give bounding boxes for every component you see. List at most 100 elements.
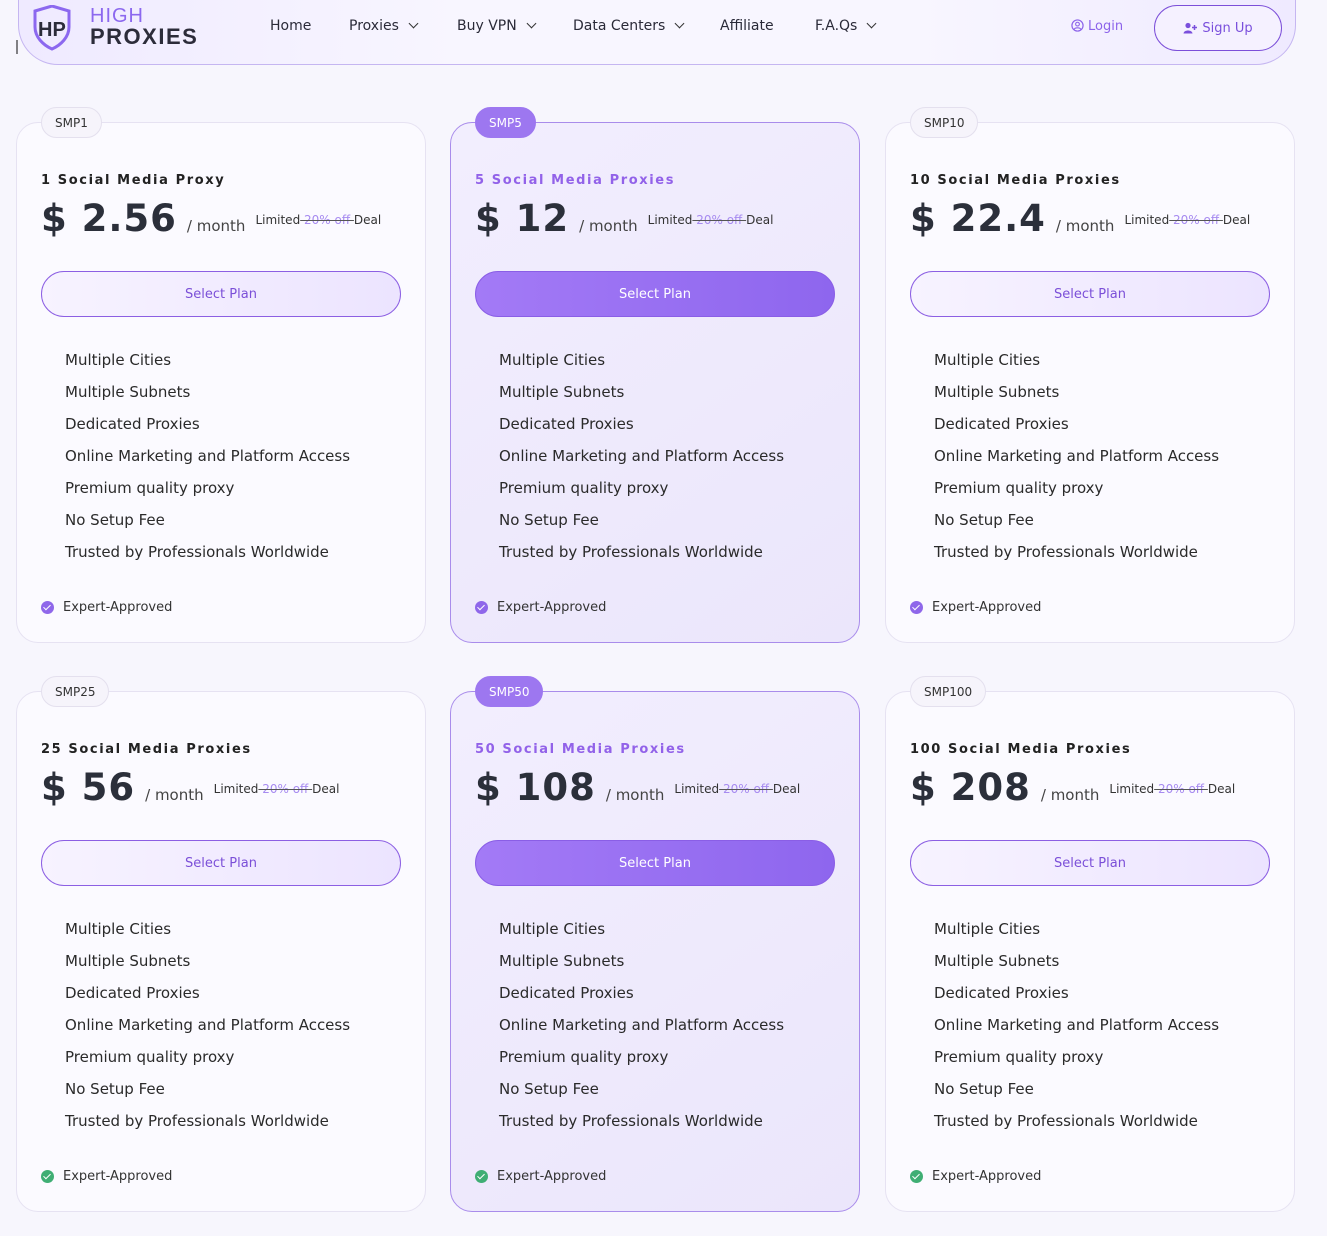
plan-code-badge: SMP1 <box>41 107 102 138</box>
feature-item: Dedicated Proxies <box>499 415 634 433</box>
billing-period: / month <box>145 786 204 804</box>
nav-home[interactable]: Home <box>270 18 311 34</box>
feature-item: Multiple Cities <box>65 920 172 938</box>
feature-item: Online Marketing and Platform Access <box>65 1016 351 1034</box>
nav-affiliate[interactable]: Affiliate <box>720 18 774 34</box>
feature-item: Trusted by Professionals Worldwide <box>65 1112 329 1130</box>
feature-item: Premium quality proxy <box>65 479 235 497</box>
signup-button[interactable]: Sign Up <box>1154 5 1282 51</box>
chevron-down-icon <box>674 18 685 29</box>
feature-item: No Setup Fee <box>499 511 599 529</box>
svg-text:HP: HP <box>38 19 66 41</box>
select-plan-button[interactable]: Select Plan <box>41 840 401 886</box>
feature-item: Online Marketing and Platform Access <box>934 1016 1220 1034</box>
price-row: $ 22.4 / month Limited 20% off Deal <box>910 197 1250 240</box>
deal-label: Limited 20% off Deal <box>1109 782 1236 796</box>
expert-approved: Expert-Approved <box>41 1169 172 1184</box>
feature-item: Trusted by Professionals Worldwide <box>499 1112 763 1130</box>
check-circle-icon <box>475 1170 488 1183</box>
feature-list: Multiple Cities Multiple Subnets Dedicated… <box>934 351 1219 575</box>
billing-period: / month <box>605 786 665 804</box>
feature-item: Premium quality proxy <box>499 1048 669 1066</box>
feature-item: Dedicated Proxies <box>499 984 634 1002</box>
chevron-down-icon <box>866 18 877 29</box>
deal-label: Limited 20% off Deal <box>674 782 801 796</box>
plan-card: SMP5 5 Social Media Proxies $ 12 / month… <box>450 107 860 643</box>
page: HP HIGH PROXIES Home Proxies Buy VPN Dat… <box>0 0 1327 1236</box>
nav-proxies[interactable]: Proxies <box>349 18 419 34</box>
feature-item: No Setup Fee <box>65 511 165 529</box>
feature-item: No Setup Fee <box>934 1080 1034 1098</box>
expert-approved: Expert-Approved <box>475 1169 606 1184</box>
billing-period: / month <box>579 217 638 235</box>
check-circle-icon <box>910 1170 923 1183</box>
plan-card: SMP50 50 Social Media Proxies $ 108 / mo… <box>450 676 860 1212</box>
expert-approved: Expert-Approved <box>910 1169 1041 1184</box>
brand-logo[interactable]: HP HIGH PROXIES <box>32 5 212 51</box>
check-circle-icon <box>41 1170 54 1183</box>
expert-approved: Expert-Approved <box>475 600 606 615</box>
feature-item: No Setup Fee <box>934 511 1034 529</box>
plan-price: $ 22.4 <box>910 197 1046 240</box>
feature-item: Premium quality proxy <box>934 1048 1104 1066</box>
nav-faqs[interactable]: F.A.Qs <box>815 18 877 34</box>
feature-item: Multiple Cities <box>934 351 1041 369</box>
feature-item: Trusted by Professionals Worldwide <box>934 543 1198 561</box>
feature-item: Multiple Cities <box>499 920 606 938</box>
plan-price: $ 56 <box>41 766 136 809</box>
plan-code-badge: SMP50 <box>475 676 544 707</box>
nav-data-centers[interactable]: Data Centers <box>573 18 685 34</box>
select-plan-button[interactable]: Select Plan <box>475 840 835 886</box>
feature-item: Multiple Subnets <box>499 952 625 970</box>
chevron-down-icon <box>408 18 419 29</box>
plan-price: $ 2.56 <box>41 197 177 240</box>
feature-item: Online Marketing and Platform Access <box>934 447 1220 465</box>
deal-discount: 20% off <box>1169 213 1223 227</box>
feature-list: Multiple Cities Multiple Subnets Dedicated… <box>65 920 350 1144</box>
plan-card: SMP1 1 Social Media Proxy $ 2.56 / month… <box>16 107 426 643</box>
feature-item: Multiple Subnets <box>65 952 191 970</box>
login-link[interactable]: Login <box>1071 19 1123 34</box>
select-plan-button[interactable]: Select Plan <box>910 840 1270 886</box>
plan-title: 50 Social Media Proxies <box>475 742 686 757</box>
deal-label: Limited 20% off Deal <box>255 213 382 227</box>
nav-buy-vpn[interactable]: Buy VPN <box>457 18 537 34</box>
feature-item: Premium quality proxy <box>65 1048 235 1066</box>
billing-period: / month <box>1055 217 1115 235</box>
feature-item: Dedicated Proxies <box>934 984 1069 1002</box>
feature-item: No Setup Fee <box>499 1080 599 1098</box>
plan-title: 1 Social Media Proxy <box>41 173 226 188</box>
price-row: $ 56 / month Limited 20% off Deal <box>41 766 339 809</box>
feature-item: Multiple Subnets <box>499 383 625 401</box>
feature-item: Trusted by Professionals Worldwide <box>934 1112 1198 1130</box>
check-circle-icon <box>41 601 54 614</box>
deal-discount: 20% off <box>719 782 773 796</box>
select-plan-button[interactable]: Select Plan <box>475 271 835 317</box>
billing-period: / month <box>186 217 246 235</box>
feature-item: Multiple Cities <box>65 351 172 369</box>
plan-price: $ 208 <box>910 766 1031 809</box>
brand-line2: PROXIES <box>90 24 199 49</box>
feature-item: Online Marketing and Platform Access <box>65 447 351 465</box>
feature-item: Trusted by Professionals Worldwide <box>65 543 329 561</box>
price-row: $ 108 / month Limited 20% off Deal <box>475 766 800 809</box>
plan-title: 25 Social Media Proxies <box>41 742 252 757</box>
feature-list: Multiple Cities Multiple Subnets Dedicated… <box>499 351 784 575</box>
deal-label: Limited 20% off Deal <box>213 782 340 796</box>
expert-approved: Expert-Approved <box>41 600 172 615</box>
feature-item: Dedicated Proxies <box>65 415 200 433</box>
plan-code-badge: SMP100 <box>910 676 987 707</box>
plan-title: 5 Social Media Proxies <box>475 173 676 188</box>
feature-item: Multiple Cities <box>934 920 1041 938</box>
feature-item: Multiple Subnets <box>65 383 191 401</box>
plan-title: 100 Social Media Proxies <box>910 742 1132 757</box>
feature-item: Dedicated Proxies <box>934 415 1069 433</box>
deal-discount: 20% off <box>692 213 747 227</box>
shield-logo-icon: HP <box>33 5 71 51</box>
user-plus-icon <box>1183 22 1198 34</box>
plan-price: $ 12 <box>475 197 570 240</box>
feature-item: No Setup Fee <box>65 1080 165 1098</box>
select-plan-button[interactable]: Select Plan <box>41 271 401 317</box>
select-plan-button[interactable]: Select Plan <box>910 271 1270 317</box>
feature-item: Dedicated Proxies <box>65 984 200 1002</box>
